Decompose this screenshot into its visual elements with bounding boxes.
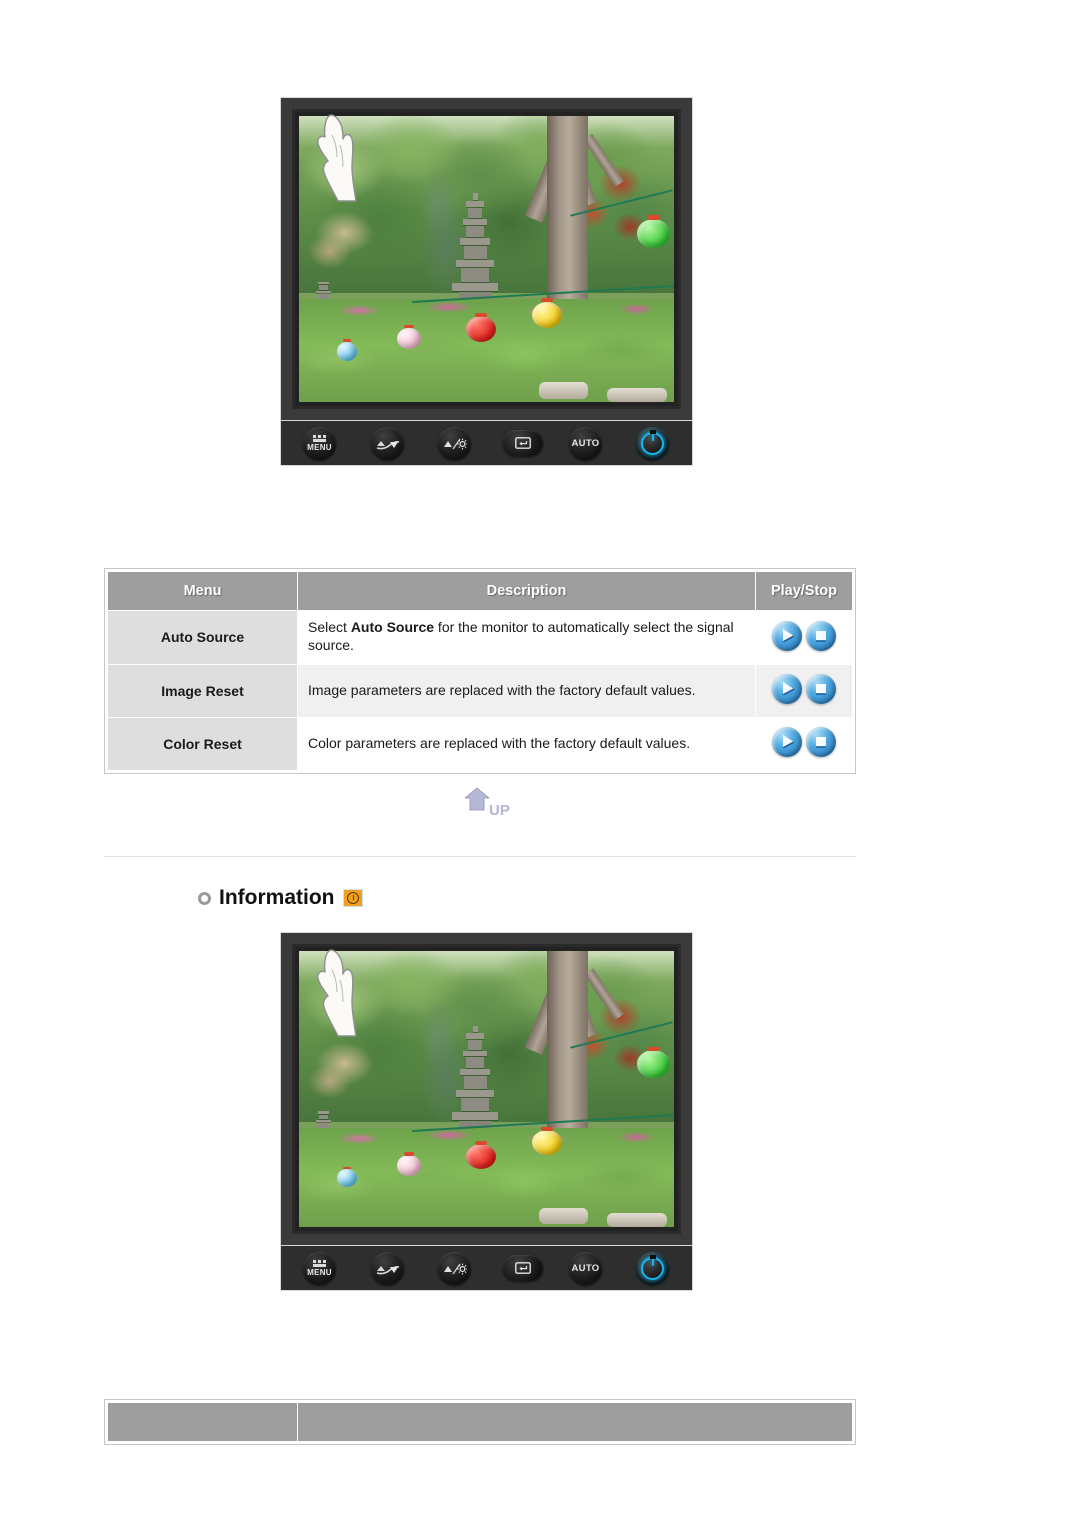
section-divider: [104, 856, 856, 857]
playstop-cell: [755, 663, 853, 718]
monitor-illustration-bottom: MENU AUTO: [280, 932, 693, 1291]
menu-grid-icon: [313, 1260, 326, 1267]
stop-icon[interactable]: [806, 674, 836, 705]
source-enter-icon: [515, 1262, 531, 1274]
brightness-up-button[interactable]: [438, 1252, 471, 1285]
brightness-up-icon: [443, 438, 467, 449]
table-row: Auto Source Select Auto Source for the m…: [107, 610, 853, 665]
column-header-description: Description: [297, 571, 756, 611]
stone-rock: [606, 387, 667, 402]
back-to-top-button[interactable]: UP UP: [461, 784, 517, 820]
power-button[interactable]: [636, 427, 669, 460]
lantern-pink: [396, 324, 421, 350]
menu-button[interactable]: MENU: [303, 1252, 336, 1285]
monitor-illustration-top: MENU AUTO: [280, 97, 693, 466]
auto-button-label: AUTO: [571, 1262, 600, 1274]
description-cell: Image parameters are replaced with the f…: [297, 663, 756, 718]
clock-orange-icon[interactable]: [342, 889, 363, 907]
power-icon: [641, 1255, 664, 1280]
table-header-row: Menu Description Play/Stop: [107, 571, 853, 611]
description-text-pre: Image parameters are replaced with the f…: [308, 681, 696, 698]
section-heading-information: Information: [198, 886, 363, 910]
table-header-row: [107, 1402, 853, 1442]
svg-text:UP: UP: [489, 802, 510, 819]
monitor-inner-frame: [292, 109, 681, 409]
power-icon: [641, 430, 664, 455]
stone-rock: [539, 1207, 588, 1225]
volume-down-icon: [376, 440, 399, 449]
volume-down-button[interactable]: [371, 427, 404, 460]
table-row: Color Reset Color parameters are replace…: [107, 716, 853, 771]
lantern-green: [636, 1046, 671, 1078]
ring-bullet-icon: [198, 891, 211, 905]
next-section-table-stub: [104, 1399, 856, 1445]
page-title: Information: [219, 886, 335, 909]
description-cell: Color parameters are replaced with the f…: [297, 716, 756, 771]
menu-name-cell: Auto Source: [107, 610, 298, 665]
monitor-bezel: [280, 97, 693, 421]
lantern-pink: [396, 1152, 421, 1176]
table-row: Image Reset Image parameters are replace…: [107, 663, 853, 718]
description-text-bold: Auto Source: [350, 619, 435, 635]
lantern-yellow: [531, 1126, 562, 1156]
monitor-inner-frame: [292, 944, 681, 1234]
stone-rock: [606, 1213, 667, 1227]
playstop-cell: [755, 716, 853, 771]
lantern-blue: [336, 1166, 358, 1187]
menu-grid-icon: [313, 435, 326, 442]
monitor-control-bar: MENU AUTO: [280, 1246, 693, 1291]
menu-button-label: MENU: [307, 443, 332, 452]
menu-button[interactable]: MENU: [303, 427, 336, 460]
stop-icon[interactable]: [806, 727, 836, 758]
source-enter-button[interactable]: [503, 430, 543, 456]
monitor-bezel: [280, 932, 693, 1246]
description-text-pre: Color parameters are replaced with the f…: [308, 734, 691, 751]
lantern-blue: [336, 339, 358, 361]
brightness-up-icon: [443, 1263, 467, 1274]
description-text-pre: Select: [308, 619, 351, 635]
monitor-screen-photo: [299, 951, 674, 1227]
column-header-menu: Menu: [107, 571, 298, 611]
power-button[interactable]: [636, 1252, 669, 1285]
brightness-up-button[interactable]: [438, 427, 471, 460]
lantern-red: [465, 312, 496, 342]
menu-button-label: MENU: [307, 1268, 332, 1277]
autumn-foliage-left: [306, 1028, 382, 1117]
description-cell: Select Auto Source for the monitor to au…: [297, 610, 756, 665]
monitor-control-bar: MENU AUTO: [280, 421, 693, 466]
auto-adjust-button[interactable]: AUTO: [569, 1252, 602, 1285]
column-header-menu: [107, 1402, 298, 1442]
source-enter-icon: [515, 437, 531, 449]
lantern-yellow: [531, 298, 562, 328]
menu-name-cell: Color Reset: [107, 716, 298, 771]
stone-rock: [539, 381, 588, 400]
source-enter-button[interactable]: [503, 1255, 543, 1281]
play-icon[interactable]: [772, 674, 802, 705]
lantern-red: [465, 1140, 496, 1170]
auto-adjust-button[interactable]: AUTO: [569, 427, 602, 460]
lantern-green: [636, 215, 671, 248]
auto-button-label: AUTO: [571, 437, 600, 449]
stop-icon[interactable]: [806, 620, 836, 651]
monitor-screen-photo: [299, 116, 674, 402]
column-header-playstop: Play/Stop: [755, 571, 853, 611]
play-icon[interactable]: [772, 727, 802, 758]
column-header-description: [297, 1402, 853, 1442]
menu-name-cell: Image Reset: [107, 663, 298, 718]
autumn-foliage-left: [306, 196, 382, 288]
menu-description-table: Menu Description Play/Stop Auto Source S…: [104, 568, 856, 774]
play-icon[interactable]: [772, 620, 802, 651]
playstop-cell: [755, 610, 853, 665]
volume-down-icon: [376, 1265, 399, 1274]
volume-down-button[interactable]: [371, 1252, 404, 1285]
